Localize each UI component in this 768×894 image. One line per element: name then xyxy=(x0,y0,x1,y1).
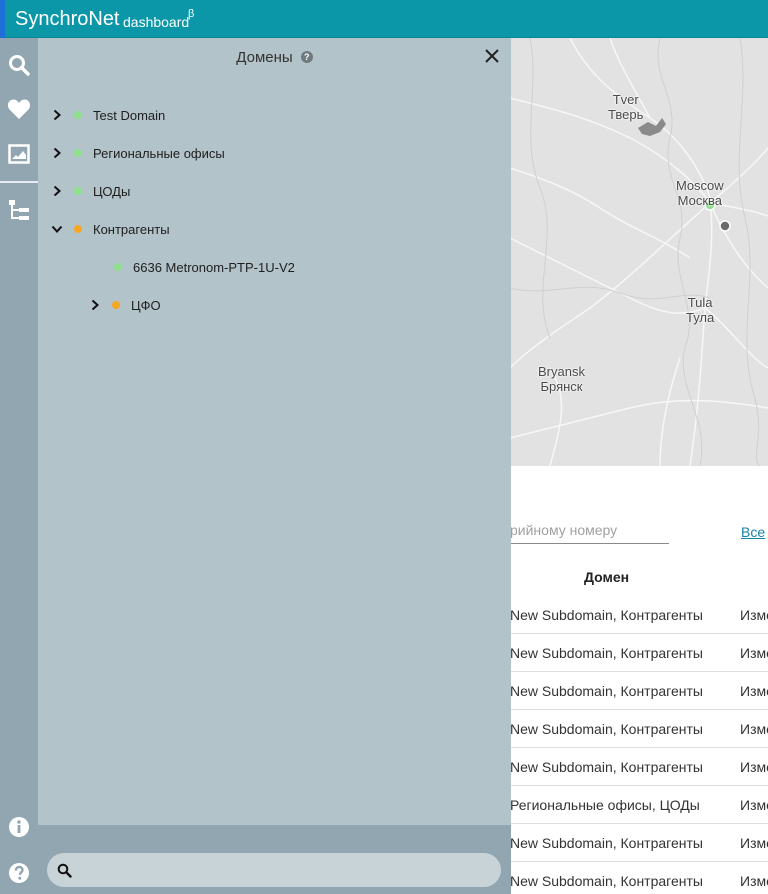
table-cell-domain: New Subdomain, Контрагенты xyxy=(510,645,703,661)
hierarchy-icon[interactable] xyxy=(0,191,38,229)
table-row[interactable]: Региональные офисы, ЦОДы Изме xyxy=(510,786,768,824)
table-row[interactable]: New Subdomain, Контрагенты Изме xyxy=(510,634,768,672)
devices-table-area: рийному номеру Все Домен New Subdomain, … xyxy=(510,466,768,894)
info-icon[interactable] xyxy=(0,808,38,846)
city-name-en: Moscow xyxy=(676,178,724,193)
city-name-en: Tver xyxy=(612,92,639,107)
status-dot xyxy=(112,301,120,309)
chevron-right-icon[interactable] xyxy=(50,184,64,198)
city-name-ru: Тверь xyxy=(608,107,644,122)
heart-icon[interactable] xyxy=(0,90,38,128)
tree-item-test-domain[interactable]: Test Domain xyxy=(50,105,165,125)
table-row[interactable]: New Subdomain, Контрагенты Изме xyxy=(510,710,768,748)
city-name-en: Bryansk xyxy=(538,364,585,379)
tree-item-device[interactable]: 6636 Metronom-PTP-1U-V2 xyxy=(114,257,295,277)
table-cell-action[interactable]: Изме xyxy=(740,759,768,775)
all-link[interactable]: Все xyxy=(741,524,765,540)
chevron-right-icon[interactable] xyxy=(88,298,102,312)
beta-badge: β xyxy=(188,8,195,20)
map-view[interactable]: Tver Тверь Moscow Москва Tula Тула Bryan… xyxy=(510,38,768,466)
table-row[interactable]: New Subdomain, Контрагенты Изме xyxy=(510,748,768,786)
tree-item-label: Контрагенты xyxy=(93,221,170,237)
status-dot xyxy=(114,263,122,271)
question-icon[interactable]: ? xyxy=(300,51,313,64)
city-label-moscow: Moscow Москва xyxy=(676,178,724,208)
tree-item-label: ЦФО xyxy=(131,297,161,313)
table-cell-domain: New Subdomain, Контрагенты xyxy=(510,835,703,851)
city-name-en: Tula xyxy=(687,295,713,310)
chevron-down-icon[interactable] xyxy=(50,222,64,236)
table-row[interactable]: New Subdomain, Контрагенты Изме xyxy=(510,824,768,862)
table-cell-action[interactable]: Изме xyxy=(740,721,768,737)
search-icon[interactable] xyxy=(0,46,38,84)
tree-item-contractors[interactable]: Контрагенты xyxy=(50,219,170,239)
domain-search-input[interactable] xyxy=(47,853,501,887)
chevron-right-icon[interactable] xyxy=(50,146,64,160)
top-header: SynchroNet dashboard β xyxy=(0,0,768,46)
table-cell-domain: New Subdomain, Контрагенты xyxy=(510,873,703,889)
table-cell-domain: New Subdomain, Контрагенты xyxy=(510,759,703,775)
sidebar-divider xyxy=(0,181,38,183)
city-name-ru: Москва xyxy=(677,193,723,208)
table-cell-action[interactable]: Изме xyxy=(740,835,768,851)
app-subtitle: dashboard xyxy=(123,14,190,30)
map-marker-grey[interactable] xyxy=(719,220,731,232)
city-name-ru: Брянск xyxy=(540,379,583,394)
table-cell-action[interactable]: Изме xyxy=(740,645,768,661)
tree-item-label: ЦОДы xyxy=(93,183,131,199)
chevron-right-icon[interactable] xyxy=(50,108,64,122)
city-label-bryansk: Bryansk Брянск xyxy=(538,364,585,394)
search-icon xyxy=(57,863,72,883)
table-cell-action[interactable]: Изме xyxy=(740,873,768,889)
tree-item-label: 6636 Metronom-PTP-1U-V2 xyxy=(133,259,295,275)
table-cell-domain: New Subdomain, Контрагенты xyxy=(510,721,703,737)
city-name-ru: Тула xyxy=(686,310,715,325)
status-dot xyxy=(74,187,82,195)
table-cell-domain: Региональные офисы, ЦОДы xyxy=(510,797,700,813)
panel-footer xyxy=(38,825,511,894)
panel-title: Домены xyxy=(236,49,293,66)
table-row[interactable]: New Subdomain, Контрагенты Изме xyxy=(510,672,768,710)
status-dot xyxy=(74,111,82,119)
table-cell-action[interactable]: Изме xyxy=(740,797,768,813)
close-icon[interactable] xyxy=(483,47,501,65)
table-row[interactable]: New Subdomain, Контрагенты Изме xyxy=(510,862,768,894)
serial-search-input[interactable]: рийному номеру xyxy=(510,522,669,544)
map-frame-icon[interactable] xyxy=(0,135,38,173)
table-cell-action[interactable]: Изме xyxy=(740,683,768,699)
table-cell-domain: New Subdomain, Контрагенты xyxy=(510,683,703,699)
app-title[interactable]: SynchroNet xyxy=(15,8,120,31)
tree-item-label: Test Domain xyxy=(93,107,166,123)
table-cell-domain: New Subdomain, Контрагенты xyxy=(510,607,703,623)
column-header-domain[interactable]: Домен xyxy=(584,569,629,585)
help-icon[interactable] xyxy=(0,854,38,892)
table-cell-action[interactable]: Изме xyxy=(740,607,768,623)
table-row[interactable]: New Subdomain, Контрагенты Изме xyxy=(510,596,768,634)
tree-item-label: Региональные офисы xyxy=(93,145,225,161)
tree-item-cfo[interactable]: ЦФО xyxy=(88,295,161,315)
domains-panel: Домены? Test Domain Региональные офисы Ц… xyxy=(38,38,511,894)
city-label-tver: Tver Тверь xyxy=(608,92,643,122)
city-label-tula: Tula Тула xyxy=(686,295,714,325)
status-dot xyxy=(74,225,82,233)
status-dot xyxy=(74,149,82,157)
tree-item-data-centers[interactable]: ЦОДы xyxy=(50,181,130,201)
panel-header: Домены? xyxy=(38,49,511,66)
tree-item-regional-offices[interactable]: Региональные офисы xyxy=(50,143,225,163)
left-sidebar xyxy=(0,38,38,894)
